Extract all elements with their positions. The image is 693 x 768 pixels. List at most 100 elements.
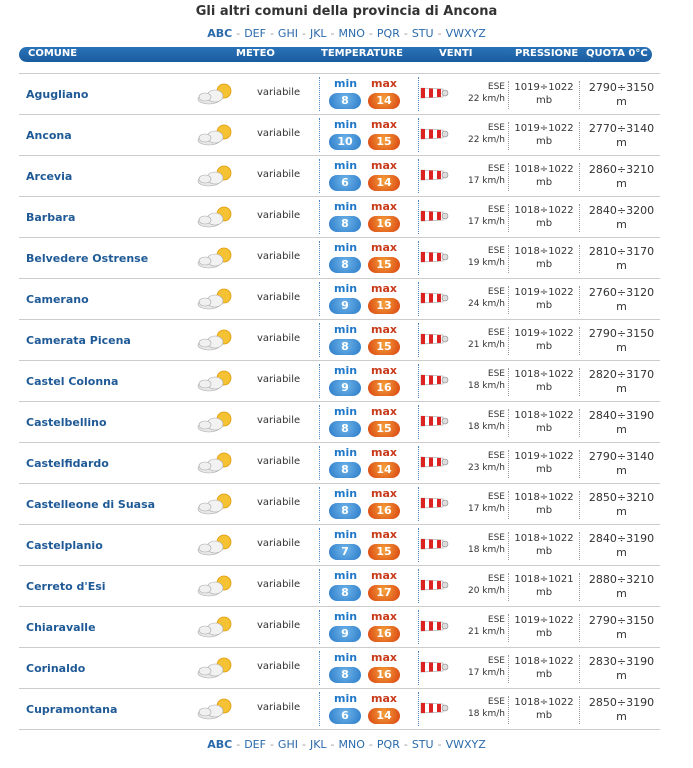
alphabet-link-abc[interactable]: ABC [207, 27, 232, 40]
pressure-unit: mb [535, 710, 553, 721]
pressure-range: 1019÷1022 [514, 451, 574, 462]
alphabet-link-stu[interactable]: STU [412, 27, 434, 40]
alphabet-link-jkl[interactable]: JKL [310, 27, 327, 40]
comune-link[interactable]: Cerreto d'Esi [26, 580, 106, 593]
comune-link[interactable]: Camerano [26, 293, 89, 306]
max-label: max [371, 692, 397, 705]
meteo-text: variabile [257, 210, 301, 221]
comune-link[interactable]: Arcevia [26, 170, 72, 183]
wind-direction: ESE [487, 205, 505, 215]
forecast-table: Agugliano variabile min max 8 14 ESE 22 … [19, 73, 660, 730]
pressure-range: 1019÷1022 [514, 328, 574, 339]
alphabet-link-ghi[interactable]: GHI [278, 738, 298, 751]
freezing-level-unit: m [616, 546, 627, 559]
comune-link[interactable]: Chiaravalle [26, 621, 96, 634]
wind-cell: ESE 17 km/h [455, 204, 505, 228]
max-label: max [371, 651, 397, 664]
table-row: Barbara variabile min max 8 16 ESE 17 km… [19, 197, 660, 238]
table-row: Agugliano variabile min max 8 14 ESE 22 … [19, 74, 660, 115]
max-temp-badge: 15 [368, 544, 400, 560]
freezing-level-cell: 2790÷3150 m [584, 81, 659, 109]
max-temp-badge: 15 [368, 134, 400, 150]
alphabet-link-pqr[interactable]: PQR [377, 27, 400, 40]
comune-link[interactable]: Castelbellino [26, 416, 107, 429]
wind-speed: 22 km/h [467, 135, 505, 145]
pressure-cell: 1019÷1022 mb [508, 286, 580, 314]
alphabet-link-stu[interactable]: STU [412, 738, 434, 751]
max-label: max [371, 446, 397, 459]
freezing-level-unit: m [616, 218, 627, 231]
table-row: Chiaravalle variabile min max 9 16 ESE 2… [19, 607, 660, 648]
min-label: min [334, 692, 358, 705]
nav-separator: - [437, 738, 442, 751]
pressure-cell: 1018÷1022 mb [508, 532, 580, 560]
comune-link[interactable]: Camerata Picena [26, 334, 131, 347]
comune-link[interactable]: Cupramontana [26, 703, 117, 716]
comune-link[interactable]: Ancona [26, 129, 72, 142]
freezing-level-cell: 2810÷3170 m [584, 245, 659, 273]
comune-link[interactable]: Barbara [26, 211, 75, 224]
windsock-icon [420, 579, 449, 591]
temperature-cell: min max 8 14 [319, 77, 419, 111]
wind-speed: 18 km/h [467, 381, 505, 391]
wind-direction: ESE [487, 164, 505, 174]
comune-link[interactable]: Castelplanio [26, 539, 103, 552]
alphabet-link-ghi[interactable]: GHI [278, 27, 298, 40]
pressure-range: 1018÷1022 [514, 369, 574, 380]
comune-link[interactable]: Castelfidardo [26, 457, 109, 470]
meteo-text: variabile [257, 169, 301, 180]
wind-direction: ESE [487, 246, 505, 256]
min-temp-badge: 10 [329, 134, 361, 150]
pressure-unit: mb [535, 546, 553, 557]
alphabet-link-def[interactable]: DEF [244, 738, 266, 751]
temperature-cell: min max 10 15 [319, 118, 419, 152]
alphabet-link-vwxyz[interactable]: VWXYZ [446, 27, 486, 40]
max-temp-badge: 14 [368, 175, 400, 191]
max-label: max [371, 159, 397, 172]
min-label: min [334, 569, 358, 582]
freezing-level-range: 2830÷3190 [588, 655, 655, 668]
windsock-icon [420, 415, 449, 427]
freezing-level-range: 2840÷3200 [588, 204, 655, 217]
pressure-unit: mb [535, 464, 553, 475]
meteo-text: variabile [257, 128, 301, 139]
wind-direction: ESE [487, 492, 505, 502]
windsock-icon [420, 251, 449, 263]
comune-link[interactable]: Agugliano [26, 88, 88, 101]
alphabet-link-pqr[interactable]: PQR [377, 738, 400, 751]
comune-link[interactable]: Corinaldo [26, 662, 85, 675]
comune-link[interactable]: Castelleone di Suasa [26, 498, 155, 511]
pressure-cell: 1019÷1022 mb [508, 327, 580, 355]
wind-speed: 19 km/h [467, 258, 505, 268]
pressure-cell: 1018÷1022 mb [508, 204, 580, 232]
nav-separator: - [437, 27, 442, 40]
windsock-icon [420, 292, 449, 304]
table-row: Camerano variabile min max 9 13 ESE 24 k… [19, 279, 660, 320]
comune-link[interactable]: Belvedere Ostrense [26, 252, 148, 265]
partly-cloudy-icon [197, 657, 232, 679]
max-label: max [371, 118, 397, 131]
freezing-level-cell: 2840÷3190 m [584, 409, 659, 437]
alphabet-link-mno[interactable]: MNO [339, 27, 365, 40]
meteo-text: variabile [257, 661, 301, 672]
min-label: min [334, 282, 358, 295]
alphabet-link-jkl[interactable]: JKL [310, 738, 327, 751]
min-temp-badge: 6 [329, 708, 361, 724]
wind-speed: 20 km/h [467, 586, 505, 596]
comune-link[interactable]: Castel Colonna [26, 375, 118, 388]
partly-cloudy-icon [197, 411, 232, 433]
alphabet-link-abc[interactable]: ABC [207, 738, 232, 751]
wind-direction: ESE [487, 123, 505, 133]
alphabet-link-def[interactable]: DEF [244, 27, 266, 40]
freezing-level-unit: m [616, 177, 627, 190]
alphabet-link-vwxyz[interactable]: VWXYZ [446, 738, 486, 751]
freezing-level-unit: m [616, 423, 627, 436]
meteo-text: variabile [257, 374, 301, 385]
wind-direction: ESE [487, 533, 505, 543]
freezing-level-cell: 2860÷3210 m [584, 163, 659, 191]
freezing-level-range: 2760÷3120 [588, 286, 655, 299]
freezing-level-unit: m [616, 710, 627, 723]
header-quota: QUOTA 0°C [586, 48, 648, 59]
wind-direction: ESE [487, 451, 505, 461]
alphabet-link-mno[interactable]: MNO [339, 738, 365, 751]
